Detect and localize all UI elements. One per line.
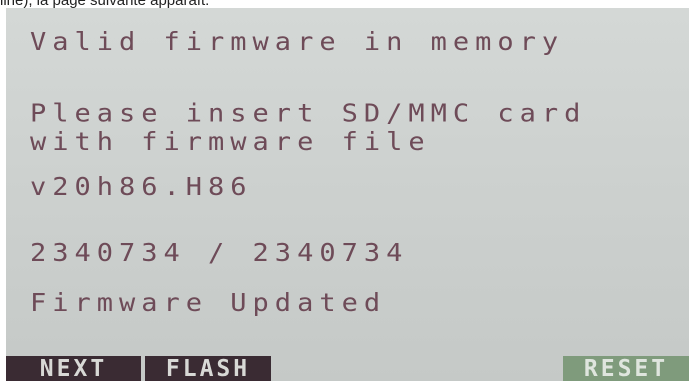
- reset-button[interactable]: RESET: [563, 356, 689, 381]
- next-button[interactable]: NEXT: [6, 356, 141, 381]
- instruction-line-1: Please insert SD/MMC card: [30, 99, 587, 128]
- device-screen: Valid firmware in memory Please insert S…: [6, 8, 689, 381]
- softkey-bar: NEXT FLASH RESET: [6, 351, 689, 381]
- page-caption: line), la page suivante apparaît.: [0, 0, 689, 8]
- update-status: Firmware Updated: [30, 289, 387, 318]
- instruction-line-2: with firmware file: [30, 128, 431, 157]
- status-line-firmware: Valid firmware in memory: [30, 28, 565, 57]
- firmware-filename: v20h86.H86: [30, 173, 253, 202]
- flash-button[interactable]: FLASH: [145, 356, 271, 381]
- progress-counter: 2340734 / 2340734: [30, 239, 409, 268]
